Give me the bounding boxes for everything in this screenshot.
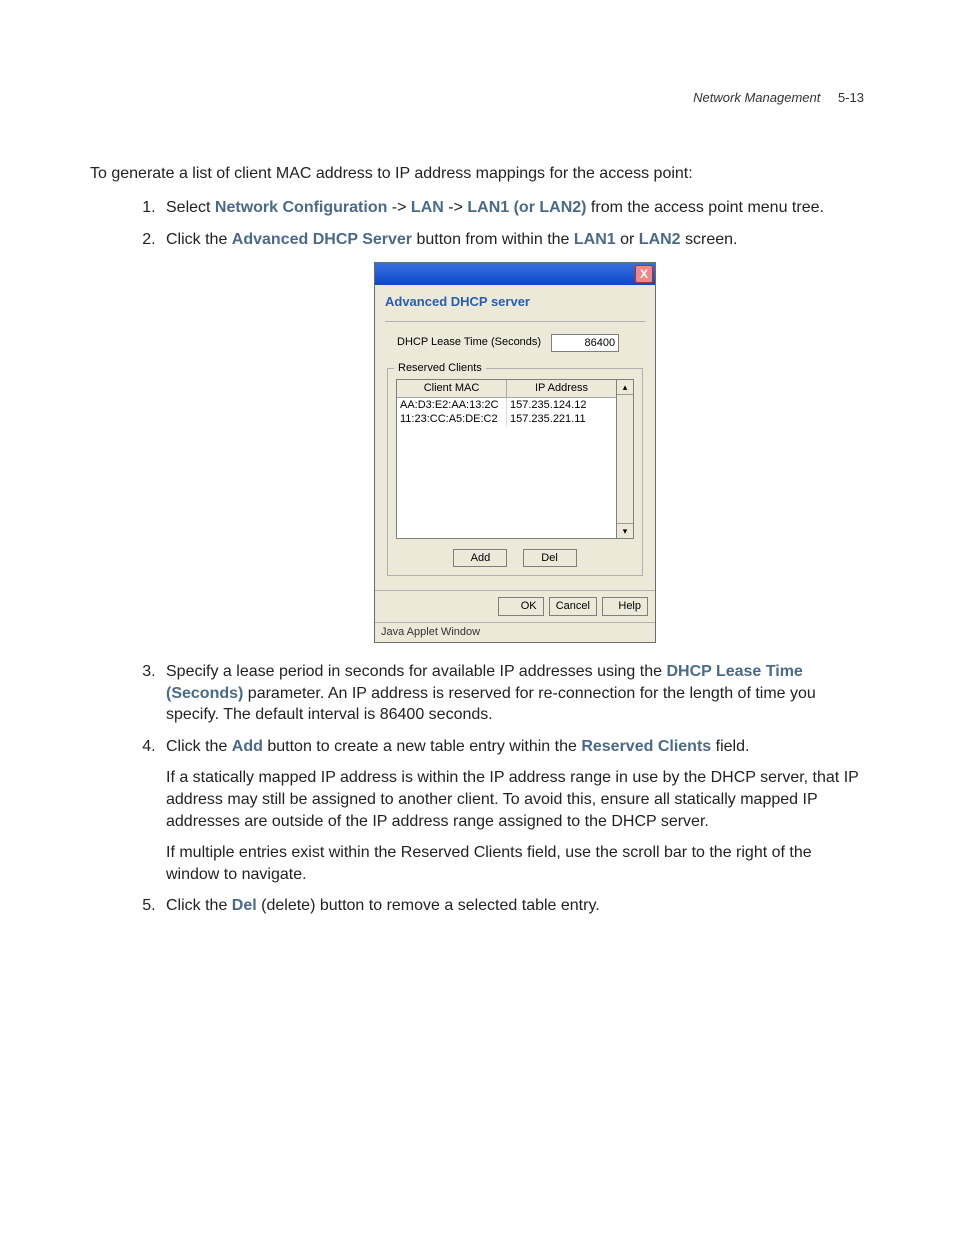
step4-bold-add: Add: [232, 738, 263, 755]
step-1: Select Network Configuration -> LAN -> L…: [160, 197, 864, 219]
cell-mac: 11:23:CC:A5:DE:C2: [397, 412, 506, 427]
step-5: Click the Del (delete) button to remove …: [160, 895, 864, 917]
step4-bold-reserved-clients: Reserved Clients: [581, 738, 711, 755]
step3-suffix: parameter. An IP address is reserved for…: [166, 685, 816, 724]
step-4: Click the Add button to create a new tab…: [160, 736, 864, 886]
reserved-clients-table-wrap: Client MAC IP Address AA:D3:E2:AA:13:2C …: [396, 379, 634, 539]
step1-suffix: from the access point menu tree.: [586, 199, 823, 216]
table-button-row: Add Del: [396, 549, 634, 568]
scroll-up-icon[interactable]: ▴: [617, 380, 633, 395]
page-header: Network Management 5-13: [90, 90, 864, 105]
step1-bold-network-configuration: Network Configuration: [215, 199, 387, 216]
col-ip-address: IP Address: [506, 380, 616, 398]
document-page: Network Management 5-13 To generate a li…: [0, 0, 954, 987]
cell-mac: AA:D3:E2:AA:13:2C: [397, 398, 506, 413]
step2-mid: button from within the: [412, 231, 574, 248]
del-button[interactable]: Del: [523, 549, 577, 568]
step2-bold-advanced-dhcp-server: Advanced DHCP Server: [232, 231, 412, 248]
help-button[interactable]: Help: [602, 597, 648, 616]
step4-mid: button to create a new table entry withi…: [263, 738, 581, 755]
cell-ip: 157.235.221.11: [506, 412, 616, 427]
dialog-title: Advanced DHCP server: [385, 293, 645, 311]
ok-button[interactable]: OK: [498, 597, 544, 616]
scroll-down-icon[interactable]: ▾: [617, 523, 633, 538]
add-button[interactable]: Add: [453, 549, 507, 568]
step2-bold-lan1: LAN1: [574, 231, 616, 248]
vertical-scrollbar[interactable]: ▴ ▾: [617, 379, 634, 539]
intro-text: To generate a list of client MAC address…: [90, 165, 864, 183]
reserved-clients-legend: Reserved Clients: [394, 361, 486, 376]
lease-time-label: DHCP Lease Time (Seconds): [397, 335, 541, 350]
step2-prefix: Click the: [166, 231, 232, 248]
step1-text: Select: [166, 199, 215, 216]
step1-sep2: ->: [444, 199, 468, 216]
step4-paragraph-3: If multiple entries exist within the Res…: [166, 842, 864, 885]
step4-paragraph-2: If a statically mapped IP address is wit…: [166, 767, 864, 832]
step1-bold-lan: LAN: [411, 199, 444, 216]
dialog-content: Advanced DHCP server DHCP Lease Time (Se…: [375, 285, 655, 590]
header-section: Network Management: [693, 90, 820, 105]
step5-prefix: Click the: [166, 897, 232, 914]
dialog-statusbar: Java Applet Window: [375, 622, 655, 642]
step-3: Specify a lease period in seconds for av…: [160, 661, 864, 726]
step4-suffix: field.: [711, 738, 749, 755]
step1-sep1: ->: [387, 199, 411, 216]
dialog-divider: [385, 321, 645, 322]
table-row[interactable]: 11:23:CC:A5:DE:C2 157.235.221.11: [397, 412, 616, 427]
table-body: AA:D3:E2:AA:13:2C 157.235.124.12 11:23:C…: [397, 398, 616, 538]
step-2: Click the Advanced DHCP Server button fr…: [160, 229, 864, 644]
reserved-clients-fieldset: Reserved Clients Client MAC IP Address A…: [387, 368, 643, 577]
table-row[interactable]: AA:D3:E2:AA:13:2C 157.235.124.12: [397, 398, 616, 413]
dialog-titlebar: X: [375, 263, 655, 285]
step2-bold-lan2: LAN2: [639, 231, 681, 248]
step5-bold-del: Del: [232, 897, 257, 914]
col-client-mac: Client MAC: [397, 380, 506, 398]
header-page-number: 5-13: [838, 90, 864, 105]
instruction-list: Select Network Configuration -> LAN -> L…: [90, 197, 864, 917]
advanced-dhcp-server-dialog: X Advanced DHCP server DHCP Lease Time (…: [374, 262, 656, 643]
cell-ip: 157.235.124.12: [506, 398, 616, 413]
step4-prefix: Click the: [166, 738, 232, 755]
reserved-clients-table[interactable]: Client MAC IP Address AA:D3:E2:AA:13:2C …: [396, 379, 617, 539]
step5-suffix: (delete) button to remove a selected tab…: [257, 897, 600, 914]
table-header: Client MAC IP Address: [397, 380, 616, 398]
step2-or: or: [616, 231, 639, 248]
lease-time-row: DHCP Lease Time (Seconds): [397, 334, 641, 352]
dialog-footer: OK Cancel Help: [375, 590, 655, 622]
step1-bold-lan1-or-lan2: LAN1 (or LAN2): [467, 199, 586, 216]
step3-prefix: Specify a lease period in seconds for av…: [166, 663, 666, 680]
lease-time-input[interactable]: [551, 334, 619, 352]
close-icon[interactable]: X: [635, 265, 653, 283]
cancel-button[interactable]: Cancel: [549, 597, 597, 616]
step2-suffix: screen.: [681, 231, 738, 248]
